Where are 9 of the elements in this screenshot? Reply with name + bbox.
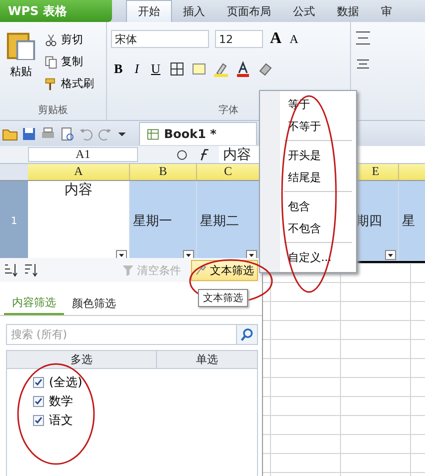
group-label: 剪贴板	[38, 104, 68, 118]
table-cell: 星期一	[130, 181, 197, 261]
group-label: 字体	[218, 104, 238, 118]
table-cell: 星	[399, 181, 425, 261]
table-cell: 星期二	[197, 181, 260, 261]
tooltip: 文本筛选	[198, 289, 248, 307]
list-column-header: 单选	[195, 352, 220, 368]
document-tab-title: Book1 *	[164, 127, 216, 141]
list-column-header: 多选	[7, 351, 158, 368]
